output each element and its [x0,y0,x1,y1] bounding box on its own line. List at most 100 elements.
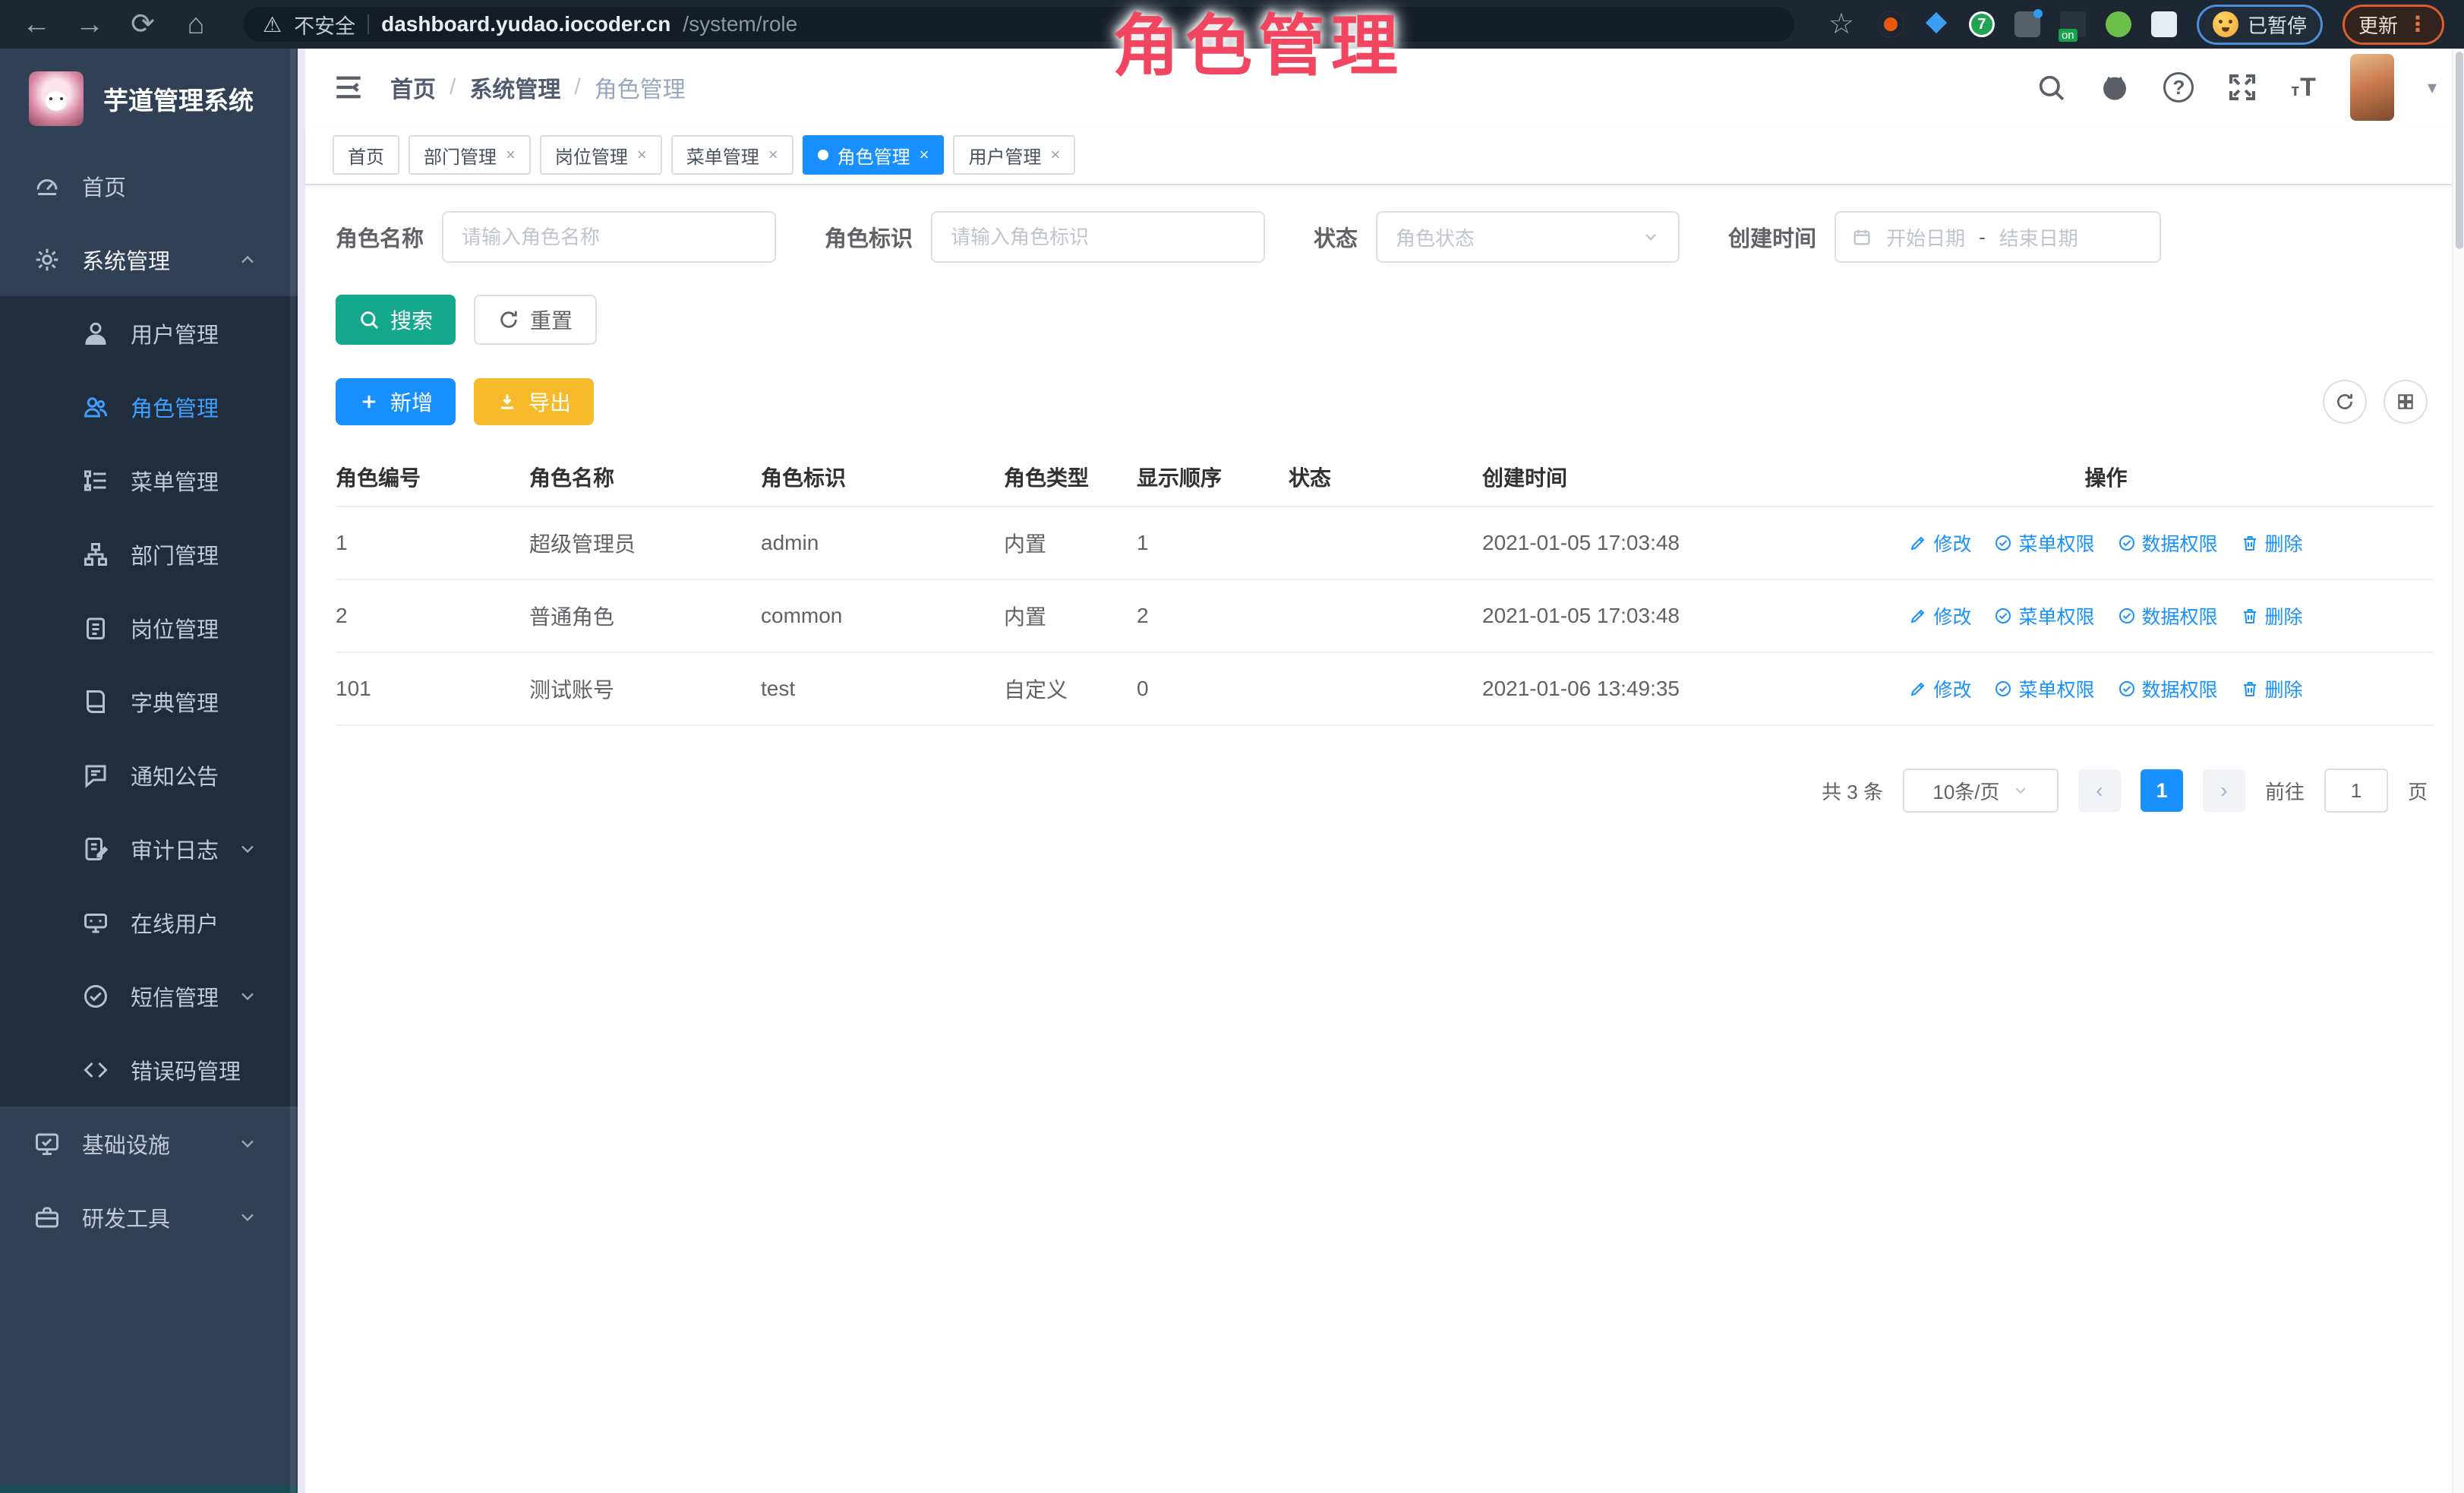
table-row: 2普通角色common内置22021-01-05 17:03:48修改菜单权限数… [336,580,2434,653]
sidebar-scrollbar[interactable] [290,49,296,1493]
extension-icon[interactable] [2106,11,2131,37]
browser-menu-kebab-icon[interactable]: ⋮ [2407,16,2428,33]
bookmark-star-icon[interactable]: ☆ [1825,10,1858,39]
action-修改[interactable]: 修改 [1909,602,1971,630]
action-数据权限[interactable]: 数据权限 [2118,602,2218,630]
org-icon [82,541,109,568]
address-bar[interactable]: ⚠ 不安全 dashboard.yudao.iocoder.cn /system… [243,7,1794,42]
cell: 内置 [1004,601,1137,631]
tab-岗位管理[interactable]: 岗位管理× [540,135,662,175]
sidebar-item-错误码管理[interactable]: 错误码管理 [0,1033,298,1106]
browser-back-icon[interactable]: ← [20,10,53,39]
sidebar-item-短信管理[interactable]: 短信管理 [0,959,298,1033]
sidebar-item-通知公告[interactable]: 通知公告 [0,738,298,812]
browser-home-icon[interactable]: ⌂ [179,10,213,39]
close-icon[interactable]: × [637,145,647,165]
close-icon[interactable]: × [768,145,778,165]
page-unit-label: 页 [2408,777,2428,805]
circle-check-icon [1994,607,2012,625]
search-icon[interactable] [2036,72,2066,103]
sidebar-item-基础设施[interactable]: 基础设施 [0,1106,298,1180]
user-avatar[interactable] [2350,54,2394,121]
browser-forward-icon[interactable]: → [73,10,106,39]
export-button[interactable]: 导出 [474,378,594,425]
refresh-table-button[interactable] [2323,380,2367,424]
action-删除[interactable]: 删除 [2241,675,2303,702]
action-修改[interactable]: 修改 [1909,529,1971,557]
extension-icon[interactable] [1923,11,1949,37]
action-修改[interactable]: 修改 [1909,675,1971,702]
extension-icon[interactable] [1878,11,1904,37]
page-scrollbar[interactable] [2452,49,2464,1493]
notice-icon [82,762,109,789]
sidebar-item-审计日志[interactable]: 审计日志 [0,812,298,885]
tab-角色管理[interactable]: 角色管理× [803,135,945,175]
extensions-puzzle-icon[interactable] [2151,11,2177,37]
sidebar-item-首页[interactable]: 首页 [0,149,298,223]
search-button[interactable]: 搜索 [336,295,456,345]
status-select[interactable]: 角色状态 [1376,211,1680,263]
badge-icon [82,614,109,642]
prev-page-button[interactable]: ‹ [2078,769,2121,812]
sidebar-item-部门管理[interactable]: 部门管理 [0,517,298,591]
date-range-picker[interactable]: 开始日期 - 结束日期 [1835,211,2161,263]
action-删除[interactable]: 删除 [2241,602,2303,630]
goto-page-input[interactable] [2324,769,2388,813]
action-菜单权限[interactable]: 菜单权限 [1994,529,2094,557]
close-icon[interactable]: × [1050,145,1060,165]
sidebar-item-菜单管理[interactable]: 菜单管理 [0,443,298,517]
sidebar-item-系统管理[interactable]: 系统管理 [0,223,298,296]
fullscreen-icon[interactable] [2227,72,2257,103]
add-button[interactable]: 新增 [336,378,456,425]
tab-部门管理[interactable]: 部门管理× [409,135,531,175]
cell-actions: 修改菜单权限数据权限删除 [1786,529,2434,557]
role-name-input[interactable] [442,211,776,263]
tab-菜单管理[interactable]: 菜单管理× [671,135,793,175]
scrollbar-thumb[interactable] [2456,52,2463,249]
next-page-button[interactable]: › [2203,769,2245,812]
range-separator: - [1979,226,1986,249]
font-size-icon[interactable]: тT [2291,73,2317,103]
breadcrumb-separator: / [450,74,456,100]
page-size-select[interactable]: 10条/页 [1903,769,2059,813]
edit-icon [1909,607,1927,625]
browser-update-chip[interactable]: 更新 ⋮ [2343,5,2444,45]
extension-icon[interactable] [2060,11,2086,37]
close-icon[interactable]: × [920,145,929,165]
sidebar-item-用户管理[interactable]: 用户管理 [0,296,298,370]
reset-button[interactable]: 重置 [474,295,597,345]
cell: 2 [336,604,529,628]
sidebar-item-岗位管理[interactable]: 岗位管理 [0,591,298,664]
breadcrumb-item[interactable]: 系统管理 [469,71,560,104]
navbar-actions: ? тT ▾ [2036,54,2437,121]
tab-用户管理[interactable]: 用户管理× [953,135,1075,175]
column-header-创建时间: 创建时间 [1482,462,1786,492]
chevron-down-icon[interactable]: ▾ [2428,77,2437,99]
action-菜单权限[interactable]: 菜单权限 [1994,602,2094,630]
browser-reload-icon[interactable]: ⟳ [126,10,159,39]
column-settings-button[interactable] [2384,380,2428,424]
extension-icon[interactable] [1969,11,1995,37]
current-page-button[interactable]: 1 [2141,769,2183,812]
sidebar-item-角色管理[interactable]: 角色管理 [0,370,298,443]
profile-paused-chip[interactable]: 已暂停 [2197,5,2323,45]
sidebar-item-字典管理[interactable]: 字典管理 [0,664,298,738]
action-数据权限[interactable]: 数据权限 [2118,529,2218,557]
column-header-状态: 状态 [1289,462,1482,492]
action-删除[interactable]: 删除 [2241,529,2303,557]
help-icon[interactable]: ? [2163,72,2194,103]
infra-icon [33,1130,61,1157]
github-icon[interactable] [2100,72,2130,103]
action-菜单权限[interactable]: 菜单权限 [1994,675,2094,702]
breadcrumb-item[interactable]: 首页 [390,71,436,104]
sidebar-item-研发工具[interactable]: 研发工具 [0,1180,298,1254]
role-code-input[interactable] [931,211,1265,263]
action-数据权限[interactable]: 数据权限 [2118,675,2218,702]
close-icon[interactable]: × [506,145,516,165]
sidebar-logo-row[interactable]: 芋道管理系统 [0,49,298,149]
hamburger-icon[interactable] [333,71,364,103]
sidebar-item-在线用户[interactable]: 在线用户 [0,885,298,959]
tab-首页[interactable]: 首页 [333,135,399,175]
sidebar-scroll-gutter [298,49,305,1493]
extension-icon[interactable] [2014,11,2040,37]
